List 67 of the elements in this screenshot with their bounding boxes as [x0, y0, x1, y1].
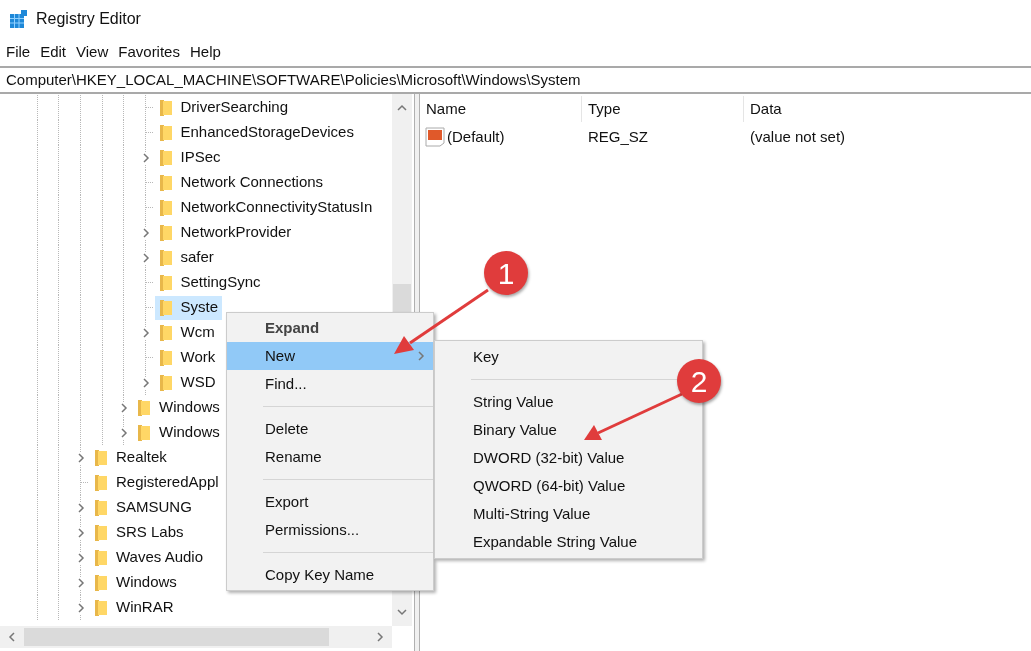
scroll-down-icon	[396, 606, 408, 618]
menu-item[interactable]: Multi-String Value	[435, 500, 674, 528]
menu-bar-item[interactable]: Favorites	[118, 40, 180, 64]
folder-icon	[157, 373, 174, 392]
folder-icon	[157, 173, 174, 192]
menu-item[interactable]: Permissions...	[227, 516, 433, 544]
folder-icon	[157, 248, 174, 267]
submenu-chevron-icon	[415, 350, 427, 362]
table-cell: REG_SZ	[588, 127, 648, 145]
column-header[interactable]: Name	[420, 96, 582, 122]
folder-icon	[157, 273, 174, 292]
folder-icon	[157, 348, 174, 367]
menu-item[interactable]: QWORD (64-bit) Value	[435, 472, 674, 500]
scroll-left-icon	[6, 631, 18, 643]
menu-item[interactable]: Rename	[227, 443, 433, 471]
menu-bar-item[interactable]: Help	[189, 40, 221, 64]
menu-item[interactable]: Binary Value	[435, 416, 674, 444]
step-number-badge: 2	[677, 359, 721, 403]
folder-icon	[157, 298, 174, 317]
menu-item[interactable]: Delete	[227, 415, 433, 443]
folder-icon	[93, 448, 109, 467]
menu-item[interactable]: Expandable String Value	[435, 528, 674, 556]
folder-icon	[157, 323, 174, 342]
expand-chevron-icon	[75, 501, 87, 514]
address-bar[interactable]: Computer\HKEY_LOCAL_MACHINE\SOFTWARE\Policies\Microsoft\Windows\System	[0, 66, 1031, 94]
folder-icon	[93, 473, 109, 492]
horizontal-scrollbar[interactable]	[0, 626, 392, 648]
folder-icon	[93, 573, 109, 592]
tree-item[interactable]: Syste	[154, 295, 222, 320]
expand-chevron-icon	[75, 576, 87, 589]
window-title: Registry Editor	[36, 9, 141, 29]
expand-chevron-icon	[118, 401, 130, 414]
folder-icon	[93, 498, 109, 517]
scroll-right-icon	[374, 631, 386, 643]
folder-icon	[93, 548, 109, 567]
table-cell-text: (Default)	[447, 126, 505, 147]
menu-bar-item[interactable]: Edit	[40, 40, 67, 64]
menu-item[interactable]: New	[227, 342, 433, 370]
menu-item[interactable]: DWORD (32-bit) Value	[435, 444, 674, 472]
expand-chevron-icon	[75, 526, 87, 539]
table-cell: (value not set)	[750, 127, 846, 145]
step-number-badge: 1	[484, 251, 528, 295]
folder-icon	[157, 123, 174, 142]
menu-item[interactable]: Copy Key Name	[227, 561, 433, 589]
expand-chevron-icon	[75, 601, 87, 614]
folder-icon	[93, 598, 109, 617]
folder-icon	[157, 148, 174, 167]
menu-item[interactable]: Find...	[227, 370, 433, 398]
column-header[interactable]: Type	[582, 96, 744, 122]
folder-icon	[136, 423, 152, 442]
menu-item[interactable]: Export	[227, 488, 433, 516]
registry-editor-icon	[9, 9, 29, 29]
menu-bar-item[interactable]: File	[6, 40, 31, 64]
menu-item[interactable]: Key	[435, 343, 674, 371]
expand-chevron-icon	[75, 451, 87, 464]
menu-bar-item[interactable]: View	[76, 40, 109, 64]
menu-item[interactable]: String Value	[435, 388, 674, 416]
column-header[interactable]: Data	[744, 96, 904, 122]
folder-icon	[136, 398, 152, 417]
expand-chevron-icon	[75, 551, 87, 564]
folder-icon	[157, 223, 174, 242]
folder-icon	[157, 98, 174, 117]
string-value-icon	[425, 127, 445, 147]
folder-icon	[157, 198, 174, 217]
menu-item[interactable]: Expand	[227, 314, 433, 342]
expand-chevron-icon	[118, 426, 130, 439]
folder-icon	[93, 523, 109, 542]
